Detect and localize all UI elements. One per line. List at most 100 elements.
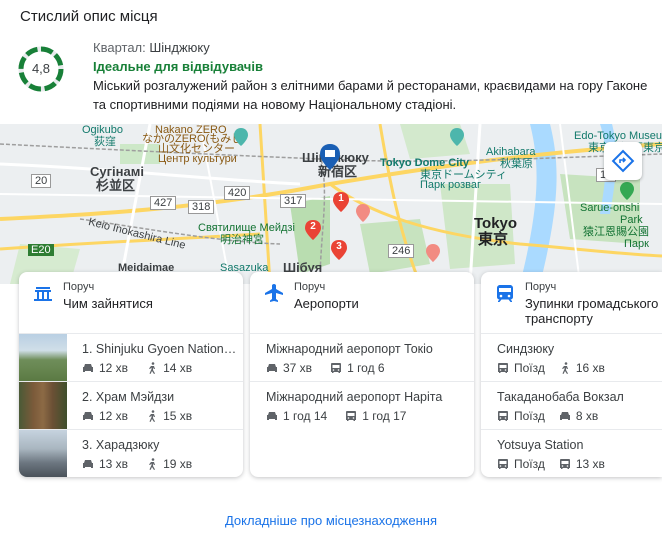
map-label-sarue-park: Park xyxy=(620,214,643,226)
car-time: 37 хв xyxy=(283,361,313,375)
map-marker-3[interactable]: 3 xyxy=(331,240,347,260)
district-name: Шінджюку xyxy=(149,40,210,55)
list-item[interactable]: 2. Храм Мэйдзи 12 хв 15 хв xyxy=(19,382,243,430)
card-heading: Аеропорти xyxy=(294,296,359,311)
map-label-suginami: Сугінамі xyxy=(90,164,144,179)
card-heading: Зупинки громадського транспорту xyxy=(525,296,659,326)
transit-time: 1 год 6 xyxy=(347,361,385,375)
map-label-tokyo-dome: Tokyo Dome City xyxy=(380,157,470,169)
car-icon xyxy=(83,412,93,420)
road-shield-e20: E20 xyxy=(28,244,54,256)
bus-icon xyxy=(331,363,342,373)
list-item[interactable]: 3. Харадзюку 13 хв 19 хв xyxy=(19,430,243,477)
transit-time: 1 год 17 xyxy=(362,409,407,423)
road-shield-420: 420 xyxy=(224,186,251,200)
bus-icon xyxy=(498,459,508,469)
poi-icon xyxy=(450,128,464,146)
walk-time: 15 хв xyxy=(163,409,193,423)
walk-time: 16 хв xyxy=(575,361,605,375)
poi-icon xyxy=(620,182,634,200)
card-things-to-do: Поруч Чим зайнятися 1. Shinjuku Gyoen Na… xyxy=(19,272,243,477)
bus-icon xyxy=(498,363,508,373)
more-about-location-link[interactable]: Докладніше про місцезнаходження xyxy=(0,513,662,528)
map-marker-label: 1 xyxy=(338,193,344,204)
place-summary: Квартал: Шінджюку Ідеальне для відвідува… xyxy=(93,38,653,114)
map-label-akihabara-jp: 秋葉原 xyxy=(500,158,533,170)
car-icon xyxy=(559,412,570,420)
list-item[interactable]: Синдзюку Поїзд 16 хв xyxy=(481,334,662,382)
car-time: 13 хв xyxy=(99,457,129,471)
map-label-park-fun: Парк розваг xyxy=(420,179,482,191)
walk-time: 19 хв xyxy=(163,457,193,471)
card-kicker: Поруч xyxy=(294,281,326,293)
poi-icon xyxy=(356,204,370,222)
list-item[interactable]: Такаданобаба Вокзал Поїзд 8 хв xyxy=(481,382,662,430)
map-label-sanctuary: Святилище Мейдзі xyxy=(198,222,295,234)
travel-times: Поїзд 16 хв xyxy=(497,361,605,375)
walk-icon xyxy=(561,362,568,374)
travel-times: 13 хв 19 хв xyxy=(82,457,192,471)
map-label-tokyo-jp: 東京 xyxy=(478,231,509,248)
place-name: 3. Харадзюку xyxy=(82,438,160,452)
road-shield-246: 246 xyxy=(388,244,415,258)
airport-name: Міжнародний аеропорт Токіо xyxy=(266,342,433,356)
list-item[interactable]: 1. Shinjuku Gyoen National ... 12 хв 14 … xyxy=(19,334,243,382)
travel-times: 12 хв 14 хв xyxy=(82,361,192,375)
travel-times: 12 хв 15 хв xyxy=(82,409,192,423)
travel-times: Поїзд 8 хв xyxy=(497,409,598,423)
car-time: 12 хв xyxy=(99,409,129,423)
car-icon xyxy=(267,364,277,372)
map-label-tokyo: Tokyo xyxy=(474,215,518,232)
stop-name: Синдзюку xyxy=(497,342,555,356)
map-label-sarue: Sarue-onshi xyxy=(580,202,640,214)
rating-value: 4,8 xyxy=(31,61,51,76)
transit-mode: Поїзд xyxy=(514,361,545,375)
thumbnail-image xyxy=(19,430,67,477)
map[interactable]: Ogikubo 荻窪 Nakano ZERO なかのZERO(もみじ 山文化セン… xyxy=(0,124,662,284)
stop-name: Yotsuya Station xyxy=(497,438,584,452)
travel-times: Поїзд 13 хв xyxy=(497,457,605,471)
map-label-ogikubo-jp: 荻窪 xyxy=(94,136,116,148)
train-icon xyxy=(497,285,513,302)
map-marker-label: 3 xyxy=(336,241,342,252)
walk-time: 14 хв xyxy=(163,361,193,375)
card-kicker: Поруч xyxy=(63,281,95,293)
section-title: Стислий опис місця xyxy=(20,8,158,25)
transit-mode: Поїзд xyxy=(514,409,545,423)
poi-icon xyxy=(234,128,248,146)
poi-icon xyxy=(426,244,440,262)
place-name: 1. Shinjuku Gyoen National ... xyxy=(82,342,238,356)
thumbnail-image xyxy=(19,382,67,429)
car-icon xyxy=(83,460,93,468)
travel-times: 1 год 14 1 год 17 xyxy=(266,409,406,423)
transit-mode: Поїзд xyxy=(514,457,545,471)
list-item[interactable]: Міжнародний аеропорт Токіо 37 хв 1 год 6 xyxy=(250,334,474,382)
map-label-akihabara: Akihabara xyxy=(486,146,536,158)
road-shield-318: 318 xyxy=(188,200,215,214)
pin-icon[interactable] xyxy=(320,144,340,170)
bus-icon xyxy=(498,411,508,421)
card-header: Поруч Чим зайнятися xyxy=(19,272,243,334)
map-marker-2[interactable]: 2 xyxy=(305,220,321,240)
card-kicker: Поруч xyxy=(525,281,557,293)
walk-icon xyxy=(149,410,156,422)
road-shield-317: 317 xyxy=(280,194,307,208)
card-heading: Чим зайнятися xyxy=(63,296,153,311)
travel-times: 37 хв 1 год 6 xyxy=(266,361,385,375)
road-shield-427: 427 xyxy=(150,196,177,210)
directions-icon xyxy=(611,149,635,173)
map-label-sarue-jp: 猿江恩賜公園 xyxy=(583,226,649,238)
walk-icon xyxy=(149,458,156,470)
list-item[interactable]: Yotsuya Station Поїзд 13 хв xyxy=(481,430,662,477)
card-transit-stops: Поруч Зупинки громадського транспорту Си… xyxy=(481,272,662,477)
map-marker-1[interactable]: 1 xyxy=(333,192,349,212)
district-label: Квартал: xyxy=(93,40,146,55)
map-label-sanctuary-jp: 明治神宮 xyxy=(220,234,264,246)
map-label-center-culture: Центр культури xyxy=(158,153,237,165)
list-item[interactable]: Міжнародний аеропорт Наріта 1 год 14 1 г… xyxy=(250,382,474,430)
card-airports: Поруч Аеропорти Міжнародний аеропорт Ток… xyxy=(250,272,474,477)
directions-button[interactable] xyxy=(604,142,642,180)
road-shield-20: 20 xyxy=(31,174,52,188)
map-label-ogikubo: Ogikubo xyxy=(82,124,123,136)
car-time: 8 хв xyxy=(575,409,599,423)
